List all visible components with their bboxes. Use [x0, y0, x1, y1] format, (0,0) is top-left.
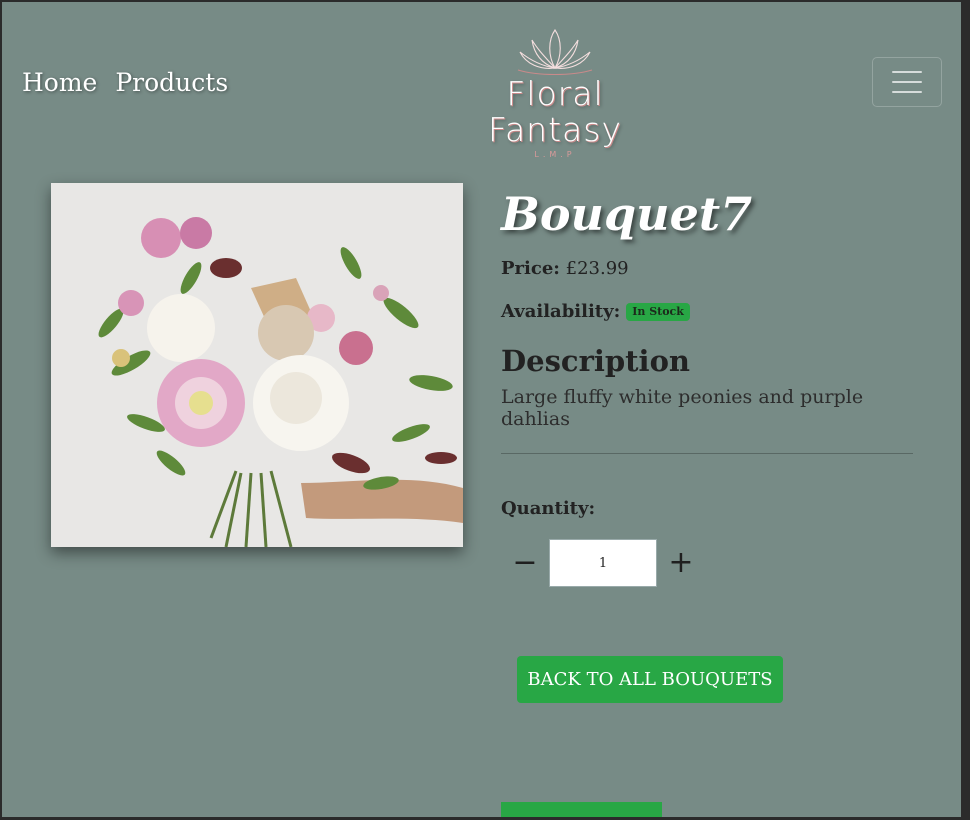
product-title: Bouquet7: [501, 187, 753, 241]
brand-subtitle: L.M.P: [534, 150, 576, 159]
add-to-cart-button[interactable]: [501, 802, 662, 817]
brand-name: Floral Fantasy: [488, 74, 622, 149]
price-value: £23.99: [565, 258, 629, 279]
decrement-button[interactable]: −: [501, 539, 549, 587]
hamburger-line: [892, 71, 922, 73]
price-label: Price:: [501, 258, 560, 279]
availability-row: Availability: In Stock: [501, 301, 913, 322]
price-row: Price: £23.99: [501, 258, 913, 279]
product-description: Large fluffy white peonies and purple da…: [501, 386, 864, 430]
page: Home Products Floral Fantasy L.M.P Bouqu…: [2, 2, 961, 817]
lotus-icon: [517, 29, 593, 75]
nav-link-home[interactable]: Home: [22, 68, 97, 97]
stock-badge: In Stock: [626, 302, 690, 321]
hamburger-line: [892, 81, 922, 83]
availability-label: Availability:: [501, 301, 621, 322]
quantity-input[interactable]: [549, 539, 657, 587]
window-edge: [961, 2, 970, 817]
increment-button[interactable]: +: [657, 539, 705, 587]
quantity-label: Quantity:: [501, 498, 596, 519]
main-nav: Home Products: [22, 68, 228, 97]
hamburger-line: [892, 91, 922, 93]
menu-toggle-button[interactable]: [872, 57, 942, 107]
quantity-stepper: − +: [501, 539, 913, 587]
product-image: [51, 183, 463, 547]
bouquet-illustration: [51, 183, 463, 547]
description-heading: Description: [501, 344, 690, 378]
product-details: Bouquet7 Price: £23.99 Availability: In …: [501, 184, 913, 587]
nav-link-products[interactable]: Products: [115, 68, 228, 97]
divider: [501, 453, 913, 454]
brand-logo[interactable]: Floral Fantasy L.M.P: [434, 26, 676, 159]
back-to-bouquets-button[interactable]: BACK TO ALL BOUQUETS: [517, 656, 783, 703]
